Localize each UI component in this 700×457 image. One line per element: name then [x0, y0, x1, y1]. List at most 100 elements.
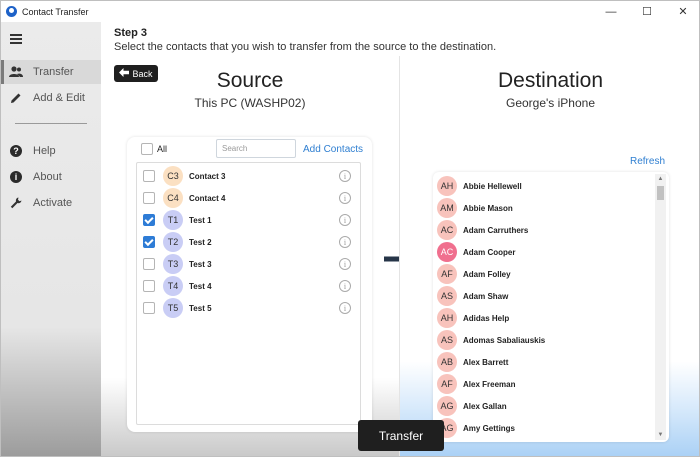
avatar: AH: [437, 308, 457, 328]
avatar: AS: [437, 286, 457, 306]
list-item[interactable]: AG Alex Gallan: [436, 395, 656, 417]
app-window: Contact Transfer — ☐ ✕ Transfer Add & Ed…: [0, 0, 700, 457]
list-item[interactable]: T5 Test 5 i: [137, 297, 360, 319]
list-item[interactable]: T2 Test 2 i: [137, 231, 360, 253]
contact-name: Amy Gettings: [463, 423, 516, 433]
avatar: AB: [437, 352, 457, 372]
sidebar-item-about[interactable]: i About: [1, 165, 101, 189]
list-item[interactable]: AS Adam Shaw: [436, 285, 656, 307]
list-item[interactable]: AC Adam Carruthers: [436, 219, 656, 241]
sidebar-item-transfer[interactable]: Transfer: [1, 60, 101, 84]
list-item[interactable]: T1 Test 1 i: [137, 209, 360, 231]
checkbox[interactable]: [143, 302, 155, 314]
avatar: T1: [163, 210, 183, 230]
contact-name: Test 4: [189, 281, 212, 291]
hamburger-menu-icon[interactable]: [10, 34, 22, 44]
checkbox[interactable]: [143, 192, 155, 204]
list-item[interactable]: AH Abbie Hellewell: [436, 175, 656, 197]
select-all-label: All: [157, 144, 168, 154]
info-icon[interactable]: i: [339, 192, 351, 204]
search-input[interactable]: [216, 139, 296, 158]
list-item[interactable]: AF Alex Freeman: [436, 373, 656, 395]
contact-name: Adam Cooper: [463, 247, 516, 257]
sidebar-item-help[interactable]: ? Help: [1, 139, 101, 163]
avatar: C4: [163, 188, 183, 208]
sidebar-item-label: Transfer: [33, 66, 74, 78]
checkbox[interactable]: [143, 236, 155, 248]
info-icon[interactable]: i: [339, 258, 351, 270]
pencil-icon: [9, 91, 23, 105]
list-item[interactable]: AM Abbie Mason: [436, 197, 656, 219]
list-item[interactable]: AF Adam Folley: [436, 263, 656, 285]
checkbox[interactable]: [141, 143, 153, 155]
minimize-button[interactable]: —: [593, 1, 629, 22]
sidebar-item-label: About: [33, 171, 62, 183]
list-item[interactable]: AG Amy Gettings: [436, 417, 656, 439]
scroll-up-icon[interactable]: ▲: [655, 174, 666, 184]
contact-name: Adam Folley: [463, 269, 511, 279]
wrench-icon: [9, 196, 23, 210]
info-icon[interactable]: i: [339, 214, 351, 226]
avatar: AM: [437, 198, 457, 218]
checkbox[interactable]: [143, 170, 155, 182]
contact-name: Test 3: [189, 259, 212, 269]
contact-name: Abbie Mason: [463, 203, 513, 213]
avatar: AS: [437, 330, 457, 350]
info-icon[interactable]: i: [339, 236, 351, 248]
info-icon[interactable]: i: [339, 170, 351, 182]
avatar: T3: [163, 254, 183, 274]
checkbox[interactable]: [143, 280, 155, 292]
select-all-checkbox[interactable]: All: [141, 143, 167, 155]
contact-name: Contact 4: [189, 193, 226, 203]
list-item[interactable]: AS Adomas Sabaliauskis: [436, 329, 656, 351]
avatar: T4: [163, 276, 183, 296]
list-item[interactable]: AB Alex Barrett: [436, 351, 656, 373]
sidebar-item-label: Activate: [33, 197, 73, 209]
add-contacts-link[interactable]: Add Contacts: [303, 144, 363, 155]
sidebar-divider: [15, 123, 87, 124]
contact-name: Adam Carruthers: [463, 225, 529, 235]
scroll-thumb[interactable]: [657, 186, 664, 200]
maximize-button[interactable]: ☐: [629, 1, 665, 22]
contact-name: Adam Shaw: [463, 291, 509, 301]
avatar: C3: [163, 166, 183, 186]
avatar: T2: [163, 232, 183, 252]
contact-name: Alex Gallan: [463, 401, 507, 411]
info-icon[interactable]: i: [339, 302, 351, 314]
sidebar-item-add-edit[interactable]: Add & Edit: [1, 86, 101, 110]
window-controls: — ☐ ✕: [593, 1, 699, 22]
contact-name: Alex Barrett: [463, 357, 509, 367]
step-title: Step 3: [114, 27, 148, 39]
transfer-button[interactable]: Transfer: [358, 420, 444, 451]
destination-card: AH Abbie Hellewell AM Abbie Mason AC Ada…: [433, 172, 669, 442]
list-item[interactable]: AC Adam Cooper: [436, 241, 656, 263]
info-icon: i: [9, 170, 23, 184]
destination-device-name: George's iPhone: [505, 96, 595, 110]
info-icon[interactable]: i: [339, 280, 351, 292]
contact-name: Alex Freeman: [463, 379, 516, 389]
contact-name: Test 2: [189, 237, 212, 247]
avatar: T5: [163, 298, 183, 318]
list-item[interactable]: AH Adidas Help: [436, 307, 656, 329]
list-item[interactable]: C3 Contact 3 i: [137, 165, 360, 187]
checkbox[interactable]: [143, 214, 155, 226]
list-item[interactable]: T3 Test 3 i: [137, 253, 360, 275]
refresh-link[interactable]: Refresh: [630, 156, 665, 167]
scroll-down-icon[interactable]: ▼: [655, 430, 666, 440]
users-icon: [9, 65, 23, 79]
source-device-name: This PC (WASHP02): [194, 96, 306, 110]
checkbox[interactable]: [143, 258, 155, 270]
scrollbar[interactable]: ▲ ▼: [655, 174, 666, 440]
destination-contact-list[interactable]: AH Abbie Hellewell AM Abbie Mason AC Ada…: [436, 174, 666, 440]
sidebar-item-activate[interactable]: Activate: [1, 191, 101, 215]
avatar: AF: [437, 374, 457, 394]
close-button[interactable]: ✕: [665, 1, 699, 22]
avatar: AH: [437, 176, 457, 196]
list-item[interactable]: T4 Test 4 i: [137, 275, 360, 297]
list-item[interactable]: C4 Contact 4 i: [137, 187, 360, 209]
source-panel: Back Source This PC (WASHP02) All Add Co…: [101, 56, 399, 456]
avatar: AC: [437, 242, 457, 262]
sidebar: Transfer Add & Edit ? Help i About Activ…: [1, 22, 101, 456]
avatar: AG: [437, 396, 457, 416]
avatar: AF: [437, 264, 457, 284]
